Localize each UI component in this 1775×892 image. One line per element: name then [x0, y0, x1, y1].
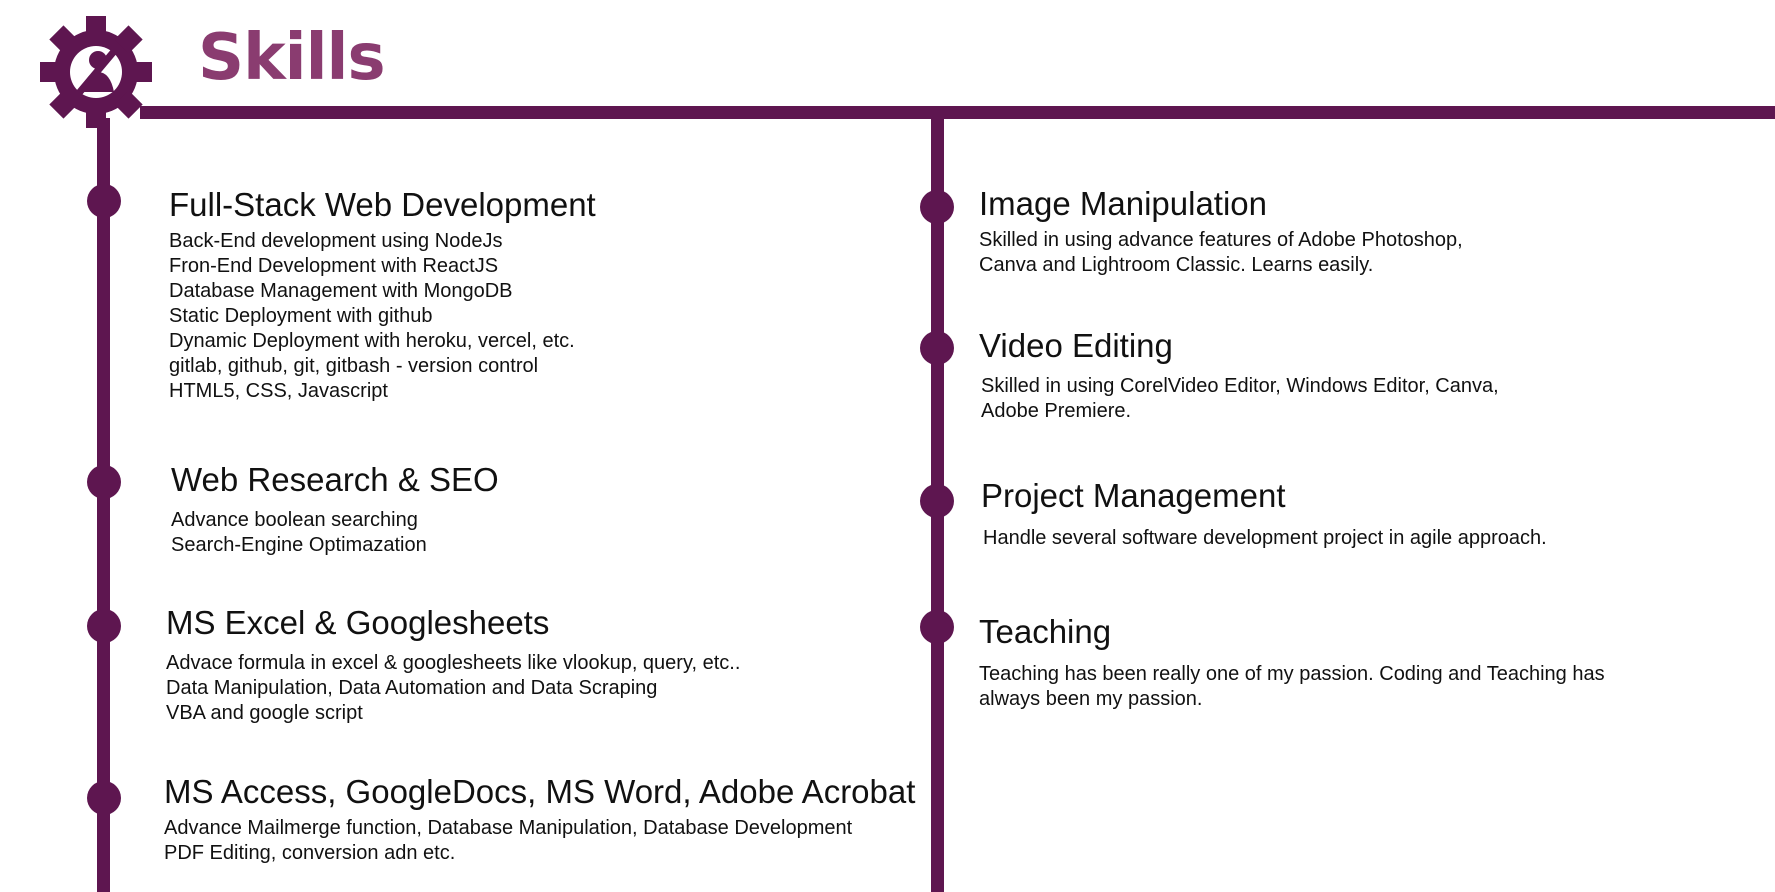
skill-line: Advance boolean searching: [171, 509, 418, 531]
timeline-dot: [920, 610, 954, 644]
skill-line: Handle several software development proj…: [983, 527, 1547, 549]
skill-title: Video Editing: [979, 327, 1173, 364]
skill-line: Skilled in using advance features of Ado…: [979, 229, 1463, 251]
skill-line: Back-End development using NodeJs: [169, 230, 503, 252]
skill-title: MS Access, GoogleDocs, MS Word, Adobe Ac…: [164, 773, 916, 810]
skill-web-research: Web Research & SEO Advance boolean searc…: [171, 460, 499, 558]
skill-title: Web Research & SEO: [171, 461, 499, 498]
skill-description: Advance boolean searching Search-Engine …: [171, 508, 499, 558]
skill-description: Skilled in using advance features of Ado…: [979, 228, 1463, 278]
timeline-dot: [920, 331, 954, 365]
skill-title: Full-Stack Web Development: [169, 186, 596, 223]
header-divider: [140, 106, 1775, 119]
skill-line: Canva and Lightroom Classic. Learns easi…: [979, 254, 1374, 276]
skill-office: MS Access, GoogleDocs, MS Word, Adobe Ac…: [164, 772, 915, 866]
skill-teaching: Teaching Teaching has been really one of…: [979, 612, 1605, 712]
skill-line: PDF Editing, conversion adn etc.: [164, 842, 456, 864]
skill-line: always been my passion.: [979, 688, 1203, 710]
skill-description: Teaching has been really one of my passi…: [979, 662, 1605, 712]
skill-line: gitlab, github, git, gitbash - version c…: [169, 355, 539, 377]
skill-line: Dynamic Deployment with heroku, vercel, …: [169, 330, 575, 352]
skill-title: Project Management: [981, 477, 1286, 514]
skill-line: VBA and google script: [166, 702, 363, 724]
timeline-dot: [87, 184, 121, 218]
left-timeline: [97, 118, 110, 892]
skill-line: Data Manipulation, Data Automation and D…: [166, 677, 658, 699]
timeline-dot: [87, 781, 121, 815]
timeline-dot: [920, 484, 954, 518]
skill-line: Teaching has been really one of my passi…: [979, 663, 1605, 685]
skill-title: Teaching: [979, 613, 1112, 650]
timeline-dot: [87, 465, 121, 499]
gear-person-icon: [40, 16, 152, 128]
skill-description: Back-End development using NodeJs Fron-E…: [169, 229, 596, 404]
skill-line: Fron-End Development with ReactJS: [169, 255, 499, 277]
skill-description: Handle several software development proj…: [983, 526, 1547, 551]
skill-line: Adobe Premiere.: [981, 400, 1132, 422]
timeline-dot: [920, 190, 954, 224]
skill-description: Advance Mailmerge function, Database Man…: [164, 816, 915, 866]
skill-line: Database Management with MongoDB: [169, 280, 513, 302]
skill-line: Search-Engine Optimazation: [171, 534, 427, 556]
skill-line: HTML5, CSS, Javascript: [169, 380, 388, 402]
skill-line: Static Deployment with github: [169, 305, 433, 327]
skill-line: Skilled in using CorelVideo Editor, Wind…: [981, 375, 1499, 397]
skill-excel: MS Excel & Googlesheets Advace formula i…: [166, 603, 740, 726]
skill-title: Image Manipulation: [979, 185, 1268, 222]
skill-image-manipulation: Image Manipulation Skilled in using adva…: [979, 184, 1463, 278]
skill-description: Advace formula in excel & googlesheets l…: [166, 651, 740, 726]
timeline-dot: [87, 609, 121, 643]
skill-full-stack: Full-Stack Web Development Back-End deve…: [169, 185, 596, 404]
page-title: Skills: [198, 21, 386, 95]
skill-video-editing: Video Editing Skilled in using CorelVide…: [979, 326, 1499, 424]
skill-title: MS Excel & Googlesheets: [166, 604, 550, 641]
skill-line: Advance Mailmerge function, Database Man…: [164, 817, 853, 839]
skill-line: Advace formula in excel & googlesheets l…: [166, 652, 741, 674]
skill-description: Skilled in using CorelVideo Editor, Wind…: [981, 374, 1499, 424]
skill-project-management: Project Management Handle several softwa…: [981, 476, 1547, 551]
